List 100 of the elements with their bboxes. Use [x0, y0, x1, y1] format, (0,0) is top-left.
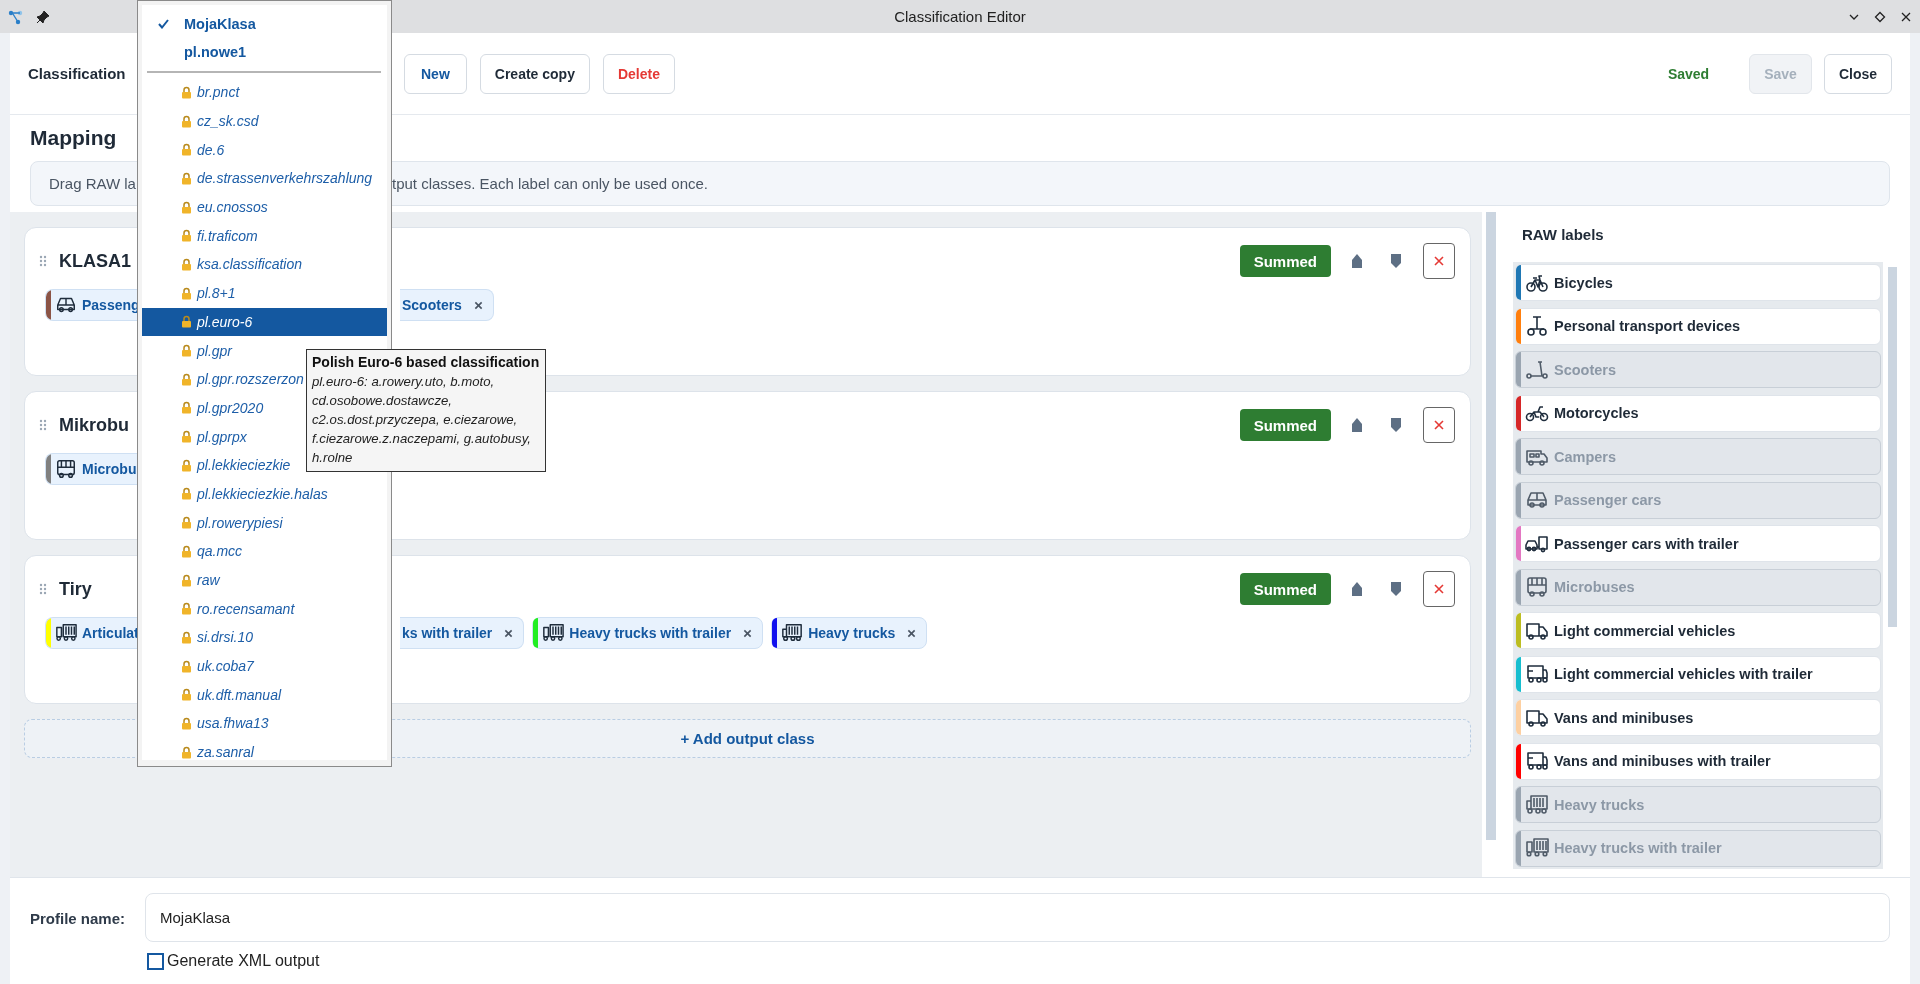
mode-button[interactable]: Summed — [1239, 409, 1331, 441]
profile-name-field[interactable]: MojaKlasa — [145, 893, 1890, 942]
remove-button[interactable] — [504, 628, 514, 638]
up-arrow-icon — [1351, 417, 1363, 433]
chip-label: Microbu — [82, 461, 137, 477]
raw-label-item[interactable]: Light commercial vehicles with trailer — [1515, 655, 1881, 693]
raw-label-text: Campers — [1554, 448, 1617, 465]
delete-class-button[interactable] — [1423, 407, 1455, 443]
menu-item[interactable]: cz_sk.csd — [142, 106, 387, 136]
close-icon — [907, 628, 917, 638]
toolbar-button[interactable]: New — [404, 53, 467, 94]
menu-item[interactable]: de.6 — [142, 135, 387, 165]
menu-item[interactable]: pl.nowe1 — [142, 38, 387, 66]
save-status: Saved — [1667, 65, 1710, 82]
lock-icon — [181, 602, 192, 616]
class-name: Tiry — [59, 578, 92, 600]
raw-label-item[interactable]: Light commercial vehicles — [1515, 612, 1881, 649]
close-icon — [1433, 419, 1445, 431]
profile-name-label: Profile name: — [30, 909, 127, 927]
raw-label-text: Microbuses — [1554, 579, 1635, 595]
menu-item[interactable]: uk.dft.manual — [142, 680, 387, 710]
menu-item[interactable]: pl.rowerypiesi — [142, 508, 387, 537]
maximize-icon[interactable] — [1874, 10, 1886, 23]
lock-icon — [181, 516, 192, 530]
lock-icon — [181, 745, 192, 759]
menu-item[interactable]: uk.coba7 — [142, 651, 387, 681]
raw-label-text: Vans and minibuses with trailer — [1554, 753, 1771, 769]
toolbar-button[interactable]: Delete — [602, 53, 675, 94]
toolbar-button[interactable]: Create copy — [479, 53, 590, 94]
drag-handle-icon[interactable] — [39, 255, 47, 267]
raw-label-item[interactable]: Vans and minibuses with trailer — [1515, 742, 1881, 780]
delete-class-button[interactable] — [1423, 243, 1455, 279]
raw-label-text: Bicycles — [1554, 274, 1613, 291]
label-chip[interactable]: Passeng — [45, 289, 138, 321]
lock-icon — [181, 430, 192, 444]
raw-label-item[interactable]: Vans and minibuses — [1515, 699, 1881, 736]
lock-icon — [181, 114, 192, 128]
drag-handle-icon[interactable] — [39, 419, 47, 431]
close-icon[interactable] — [1900, 10, 1912, 23]
mode-button[interactable]: Summed — [1239, 573, 1331, 605]
remove-button[interactable] — [473, 300, 483, 310]
menu-item[interactable]: eu.cnossos — [142, 192, 387, 222]
raw-label-item[interactable]: Passenger cars with trailer — [1515, 525, 1881, 562]
menu-item[interactable]: ksa.classification — [142, 250, 387, 279]
raw-label-item[interactable]: Bicycles — [1515, 264, 1881, 301]
raw-label-item[interactable]: Motorcycles — [1515, 394, 1881, 432]
menu-item[interactable]: si.drsi.10 — [142, 623, 387, 652]
label-chip[interactable]: Heavy trucks with trailer — [532, 617, 764, 649]
tooltip-title: Polish Euro-6 based classification — [312, 354, 540, 370]
up-arrow-icon — [1351, 581, 1363, 597]
lock-icon — [181, 372, 192, 386]
window-title: Classification Editor — [894, 8, 1026, 25]
raw-label-text: Light commercial vehicles with trailer — [1554, 666, 1813, 682]
close-icon — [1433, 255, 1445, 267]
raw-label-text: Vans and minibuses — [1554, 709, 1694, 726]
lock-icon — [181, 229, 192, 243]
close-button[interactable]: Close — [1823, 53, 1892, 94]
lock-icon — [181, 458, 192, 472]
checkbox[interactable] — [147, 952, 164, 970]
menu-item[interactable]: fi.traficom — [142, 221, 387, 251]
remove-button[interactable] — [907, 628, 917, 638]
chip-label: Scooters — [402, 297, 462, 313]
chip-label: Heavy trucks — [808, 625, 896, 641]
lock-icon — [181, 401, 192, 415]
lock-icon — [181, 315, 192, 329]
delete-class-button[interactable] — [1423, 571, 1455, 607]
menu-item[interactable]: MojaKlasa — [142, 10, 387, 38]
raw-label-text: Passenger cars — [1554, 492, 1662, 508]
label-chip[interactable]: Microbu — [45, 453, 138, 485]
mode-button[interactable]: Summed — [1239, 245, 1331, 277]
menu-item[interactable]: raw — [142, 565, 387, 595]
scrollbar-thumb[interactable] — [1888, 267, 1897, 627]
menu-item[interactable]: pl.euro-6 — [142, 307, 387, 337]
menu-item[interactable]: ro.recensamant — [142, 594, 387, 624]
raw-label-text: Passenger cars with trailer — [1554, 535, 1739, 552]
menu-item[interactable]: qa.mcc — [142, 537, 387, 566]
lock-icon — [181, 171, 192, 185]
checkbox-label: Generate XML output — [167, 952, 320, 970]
label-chip[interactable]: Scooters — [400, 289, 494, 321]
drag-handle-icon[interactable] — [39, 583, 47, 595]
label-chip[interactable]: ks with trailer — [400, 617, 525, 649]
menu-item[interactable]: pl.lekkieciezkie.halas — [142, 479, 387, 509]
up-arrow-icon — [1351, 253, 1363, 269]
info-text: tput classes. Each label can only be used once. — [392, 175, 709, 192]
lock-icon — [181, 573, 192, 587]
label-chip[interactable]: Articulat — [45, 617, 138, 649]
menu-item[interactable]: de.strassenverkehrszahlung — [142, 164, 387, 193]
scrollbar-thumb[interactable] — [1486, 212, 1496, 840]
close-icon — [1433, 583, 1445, 595]
raw-label-item[interactable]: Personal transport devices — [1515, 307, 1881, 345]
lock-icon — [181, 659, 192, 673]
down-arrow-icon — [1390, 417, 1402, 433]
label-chip[interactable]: Heavy trucks — [771, 617, 928, 649]
raw-label-text: Heavy trucks — [1554, 796, 1645, 813]
pin-icon[interactable] — [36, 9, 50, 24]
lock-icon — [181, 716, 192, 730]
chip-label: Passeng — [82, 297, 138, 313]
menu-item[interactable]: br.pnct — [142, 78, 387, 107]
menu-item[interactable]: pl.8+1 — [142, 278, 387, 308]
remove-button[interactable] — [743, 628, 753, 638]
